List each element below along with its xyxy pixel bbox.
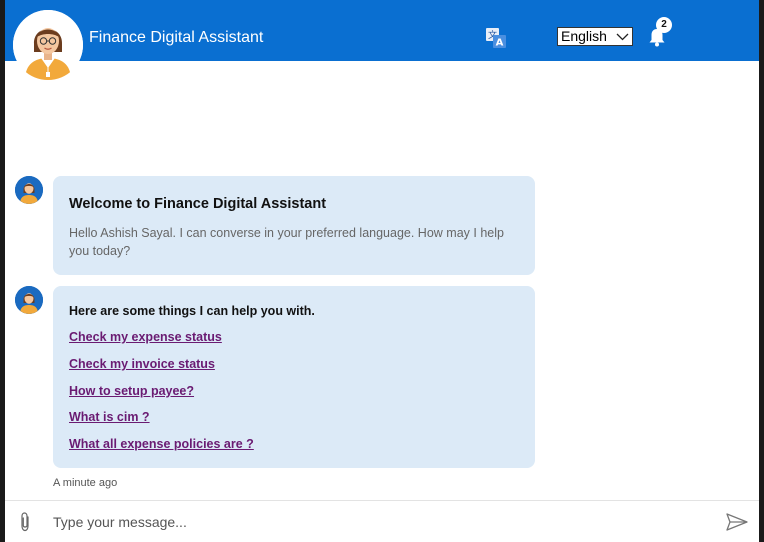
suggestions-intro: Here are some things I can help you with… (69, 304, 315, 318)
bot-avatar-icon (15, 286, 43, 314)
message-input[interactable] (53, 510, 703, 534)
send-icon[interactable] (725, 512, 749, 532)
welcome-text: Hello Ashish Sayal. I can converse in yo… (69, 226, 504, 258)
suggestion-link-invoice-status[interactable]: Check my invoice status (69, 357, 215, 371)
bot-avatar (15, 286, 43, 314)
chevron-down-icon (616, 33, 629, 41)
paperclip-icon[interactable] (17, 511, 33, 533)
welcome-title: Welcome to Finance Digital Assistant (69, 196, 327, 212)
suggestion-link-setup-payee[interactable]: How to setup payee? (69, 384, 194, 398)
message-timestamp: A minute ago (53, 477, 118, 489)
notification-badge: 2 (656, 17, 672, 33)
suggestion-link-what-is-cim[interactable]: What is cim ? (69, 410, 150, 424)
suggestions-message-bubble: Here are some things I can help you with… (53, 286, 535, 468)
language-select[interactable]: English (557, 27, 633, 46)
chat-window: Finance Digital Assistant 文 A English 2 (5, 0, 759, 542)
bot-avatar-icon (15, 176, 43, 204)
app-title: Finance Digital Assistant (89, 29, 264, 46)
translate-icon[interactable]: 文 A (485, 27, 507, 49)
chat-header: Finance Digital Assistant 文 A English 2 (5, 0, 759, 61)
bot-avatar (15, 176, 43, 204)
suggestion-link-expense-status[interactable]: Check my expense status (69, 330, 222, 344)
language-select-value: English (561, 28, 607, 44)
message-composer (5, 500, 759, 542)
assistant-avatar (13, 10, 83, 80)
welcome-message-bubble: Welcome to Finance Digital Assistant Hel… (53, 176, 535, 275)
svg-text:A: A (496, 38, 504, 49)
assistant-avatar-icon (13, 10, 83, 80)
suggestion-link-expense-policies[interactable]: What all expense policies are ? (69, 437, 254, 451)
